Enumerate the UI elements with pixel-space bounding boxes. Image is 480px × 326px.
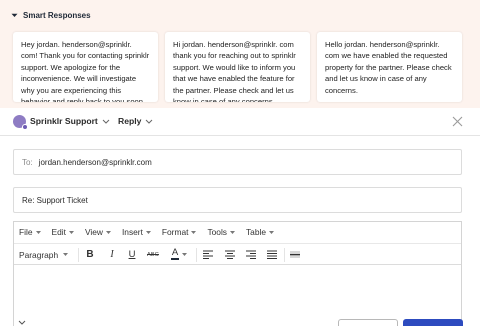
smart-response-card[interactable]: Hey jordan. henderson@sprinklr. com! Tha… <box>13 32 158 102</box>
menu-label: Insert <box>121 227 143 237</box>
menu-tools[interactable]: Tools <box>207 227 235 237</box>
menu-edit[interactable]: Edit <box>52 227 74 237</box>
smart-responses-title: Smart Responses <box>23 10 91 20</box>
smart-responses-list: Hey jordan. henderson@sprinklr. com! Tha… <box>13 32 480 102</box>
menu-file[interactable]: File <box>19 227 41 237</box>
smart-response-text: Hello jordan. henderson@sprinklr. com we… <box>325 40 452 95</box>
chevron-down-icon <box>182 253 187 256</box>
chevron-down-icon <box>230 230 235 234</box>
smart-responses-toggle[interactable]: Smart Responses <box>11 8 91 22</box>
secondary-action-button[interactable] <box>338 319 398 326</box>
align-left-icon[interactable] <box>202 247 214 262</box>
close-icon[interactable] <box>452 116 463 127</box>
italic-button[interactable]: I <box>106 247 118 262</box>
chevron-down-icon <box>191 230 197 234</box>
font-color-button[interactable]: A <box>168 247 190 262</box>
chevron-down-icon <box>35 230 41 234</box>
chevron-down-icon <box>105 230 111 234</box>
font-color-swatch <box>171 258 179 260</box>
menu-format[interactable]: Format <box>162 227 197 237</box>
rich-text-editor: File Edit View Insert Format Tools Table <box>13 221 462 326</box>
menu-label: File <box>19 227 33 237</box>
font-color-icon: A <box>171 247 179 260</box>
chevron-down-icon <box>63 253 69 256</box>
composer-header: Sprinklr Support Reply <box>0 108 480 136</box>
editor-menubar: File Edit View Insert Format Tools Table <box>14 222 461 242</box>
align-center-icon[interactable] <box>224 247 236 262</box>
smart-response-card[interactable]: Hi jordan. henderson@sprinklr. com thank… <box>165 32 310 102</box>
paragraph-label: Paragraph <box>19 249 59 260</box>
font-color-letter: A <box>171 247 179 258</box>
subject-field[interactable] <box>13 187 462 213</box>
to-label: To: <box>22 157 33 167</box>
chevron-down-icon <box>145 230 151 234</box>
menu-label: Format <box>161 227 189 237</box>
menu-label: Table <box>246 227 267 237</box>
primary-action-button[interactable] <box>403 319 463 326</box>
menu-label: View <box>84 227 103 237</box>
menu-label: Tools <box>207 227 227 237</box>
menu-label: Edit <box>51 227 66 237</box>
chevron-down-icon <box>102 119 110 124</box>
chevron-down-icon <box>269 230 275 234</box>
paragraph-format-select[interactable]: Paragraph <box>19 247 69 262</box>
smart-response-text: Hey jordan. henderson@sprinklr. com! Tha… <box>21 40 150 102</box>
toolbar-divider <box>284 248 285 262</box>
align-right-icon[interactable] <box>245 247 257 262</box>
align-justify-icon[interactable] <box>266 247 278 262</box>
smart-response-text: Hi jordan. henderson@sprinklr. com thank… <box>173 40 296 102</box>
menu-insert[interactable]: Insert <box>122 227 151 237</box>
menu-table[interactable]: Table <box>246 227 275 237</box>
chevron-down-icon <box>68 230 74 234</box>
reply-mode-selector[interactable]: Reply <box>118 116 153 126</box>
smart-responses-panel: Smart Responses Hey jordan. henderson@sp… <box>0 0 480 108</box>
to-recipient[interactable]: jordan.henderson@sprinklr.com <box>39 158 152 167</box>
bold-button[interactable]: B <box>84 247 96 262</box>
chevron-down-icon <box>11 13 18 17</box>
toolbar-divider <box>78 248 79 262</box>
horizontal-rule-icon[interactable] <box>289 247 301 262</box>
account-selector[interactable]: Sprinklr Support <box>30 116 110 126</box>
account-name: Sprinklr Support <box>30 116 98 126</box>
chevron-down-icon <box>146 119 153 124</box>
editor-toolbar: Paragraph B I U ABC A <box>14 243 461 265</box>
smart-response-card[interactable]: Hello jordan. henderson@sprinklr. com we… <box>317 32 462 102</box>
to-field[interactable]: To: jordan.henderson@sprinklr.com <box>13 149 462 175</box>
strikethrough-button[interactable]: ABC <box>145 247 161 262</box>
chevron-down-icon[interactable] <box>18 320 26 325</box>
menu-view[interactable]: View <box>85 227 111 237</box>
channel-badge-icon <box>22 124 28 130</box>
editor-content-area[interactable] <box>14 266 461 326</box>
toolbar-divider <box>196 248 197 262</box>
underline-button[interactable]: U <box>126 247 138 262</box>
subject-input[interactable] <box>22 195 452 205</box>
reply-mode-label: Reply <box>118 116 142 126</box>
